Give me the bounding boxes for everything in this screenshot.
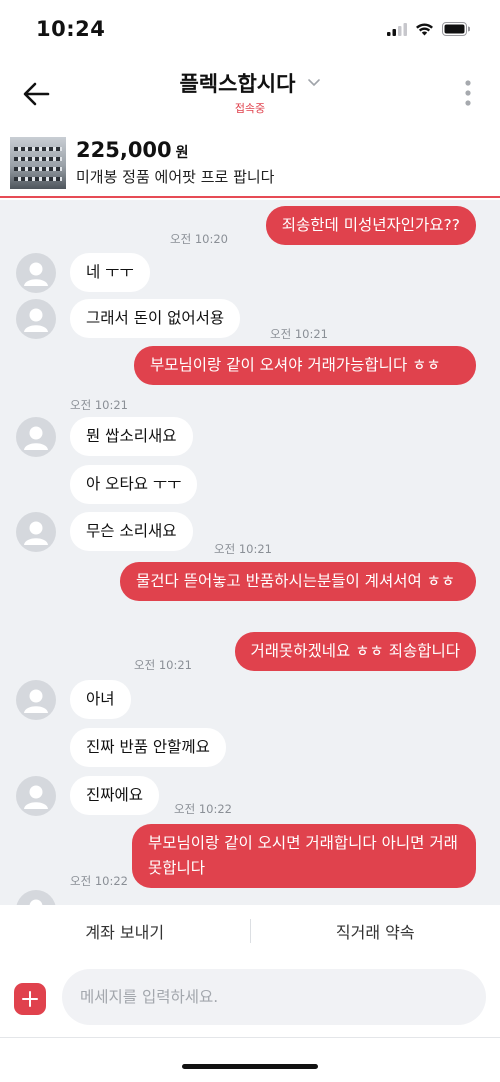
default-avatar-icon: [29, 899, 43, 905]
message-incoming: 그래서 돈이 없어서용: [70, 299, 241, 338]
avatar[interactable]: [16, 776, 56, 816]
message-incoming: 네 ㅜㅜ: [70, 253, 150, 292]
chevron-down-icon[interactable]: [307, 78, 321, 88]
message-incoming: 진짜에요: [70, 776, 160, 815]
home-indicator[interactable]: [182, 1064, 318, 1069]
product-price-row: 225,000 원: [76, 138, 189, 162]
message-composer: [0, 957, 500, 1037]
online-status: 접속중: [234, 102, 266, 115]
message-outgoing: 부모님이랑 같이 오시면 거래합니다 아니면 거래못합니다: [132, 824, 476, 888]
message-incoming: 진짜 반품 안할께요: [70, 728, 226, 767]
chat-partner-name[interactable]: 플렉스합시다: [179, 68, 295, 98]
more-options-button[interactable]: [462, 78, 474, 108]
message-time: 오전 10:22: [70, 874, 128, 888]
avatar[interactable]: [16, 890, 56, 905]
attach-plus-button[interactable]: [14, 983, 46, 1015]
chat-header: 플렉스합시다 접속중: [0, 60, 500, 130]
avatar[interactable]: [16, 417, 56, 457]
message-time: 오전 10:22: [174, 802, 232, 816]
message-time: 오전 10:21: [134, 658, 192, 672]
avatar[interactable]: [16, 680, 56, 720]
signal-icon: [387, 22, 407, 36]
direct-deal-button[interactable]: 직거래 약속: [251, 919, 500, 943]
message-outgoing: 부모님이랑 같이 오셔야 거래가능합니다 ㅎㅎ: [134, 346, 476, 385]
message-incoming: 아녀: [70, 680, 131, 719]
status-bar: 10:24: [0, 0, 500, 60]
battery-icon: [442, 22, 470, 36]
product-currency: 원: [175, 145, 189, 161]
avatar[interactable]: [16, 253, 56, 293]
message-outgoing: 거래못하겠네요 ㅎㅎ 죄송합니다: [234, 632, 476, 671]
product-thumbnail[interactable]: [10, 137, 66, 189]
message-time: 오전 10:21: [270, 327, 328, 341]
message-incoming: 아 오타요 ㅜㅜ: [70, 465, 198, 504]
product-name: 미개봉 정품 에어팟 프로 팝니다: [76, 168, 275, 186]
product-price: 225,000: [76, 138, 172, 162]
title-wrap[interactable]: 플렉스합시다 접속중: [0, 68, 500, 116]
default-avatar-icon: [24, 689, 48, 713]
message-time: 오전 10:21: [70, 398, 128, 412]
default-avatar-icon: [24, 521, 48, 545]
status-icons: [387, 22, 470, 36]
wifi-icon: [416, 23, 433, 36]
message-time: 오전 10:21: [214, 542, 272, 556]
chat-area[interactable]: 오전 10:20 죄송한데 미성년자인가요?? 네 ㅜㅜ 그래서 돈이 없어서용…: [0, 200, 500, 905]
default-avatar-icon: [24, 785, 48, 809]
message-outgoing: 죄송한데 미성년자인가요??: [265, 206, 476, 245]
product-banner[interactable]: 225,000 원 미개봉 정품 에어팟 프로 팝니다: [0, 130, 500, 198]
status-time: 10:24: [36, 17, 106, 41]
default-avatar-icon: [24, 308, 48, 332]
message-input[interactable]: [62, 969, 486, 1025]
avatar[interactable]: [16, 512, 56, 552]
send-account-button[interactable]: 계좌 보내기: [0, 919, 250, 943]
quick-actions-bar: 계좌 보내기 직거래 약속: [0, 905, 500, 957]
message-incoming: 무슨 소리새요: [70, 512, 193, 551]
message-incoming: 뭔 쌉소리새요: [70, 417, 193, 456]
avatar[interactable]: [16, 299, 56, 339]
message-time: 오전 10:20: [170, 232, 228, 246]
default-avatar-icon: [24, 426, 48, 450]
message-outgoing: 물건다 뜯어놓고 반품하시는분들이 계셔서여 ㅎㅎ: [120, 562, 476, 601]
default-avatar-icon: [24, 262, 48, 286]
more-vertical-icon: [465, 80, 471, 106]
divider: [0, 1037, 500, 1038]
